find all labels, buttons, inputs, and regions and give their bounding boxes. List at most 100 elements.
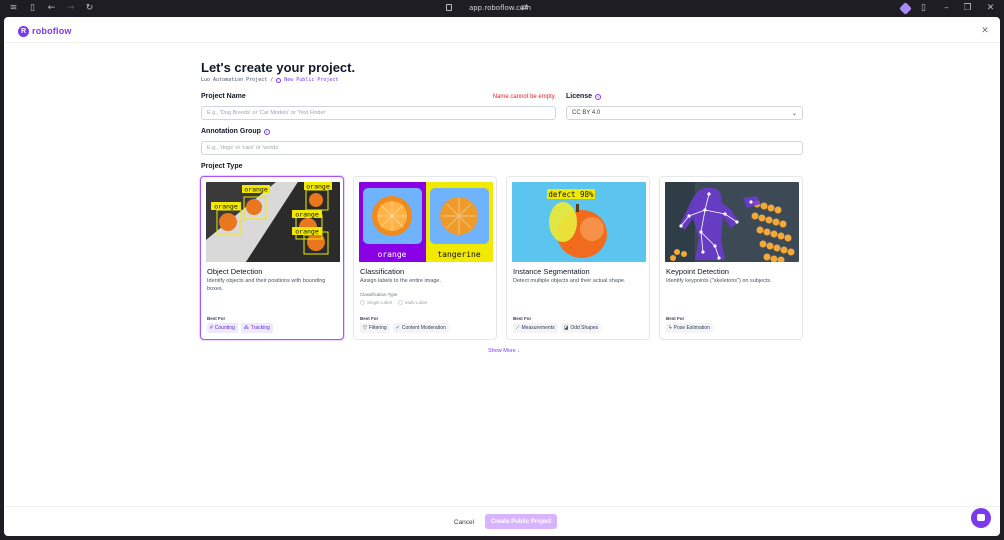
tag-odd-shapes: ◪ Odd Shapes bbox=[560, 323, 602, 333]
card-description: Identify objects and their positions wit… bbox=[207, 278, 326, 292]
show-more-link[interactable]: Show More ↓ bbox=[474, 348, 534, 354]
tag-label: Tracking bbox=[250, 325, 270, 331]
tag-list: # Counting ⁂ Tracking bbox=[207, 323, 273, 333]
best-for-label: Best For bbox=[207, 316, 226, 321]
class-label: tangerine bbox=[437, 250, 481, 259]
project-name-error: Name cannot be empty. bbox=[492, 94, 556, 100]
tag-label: Content Moderation bbox=[401, 325, 446, 331]
tag-measurements: ⟋ Measurements bbox=[513, 323, 558, 333]
site-settings-icon[interactable]: ⇄ bbox=[519, 3, 530, 14]
hash-icon: # bbox=[210, 325, 213, 331]
license-select[interactable]: CC BY 4.0 ⌄ bbox=[566, 106, 803, 120]
roboflow-logo-icon: R bbox=[18, 25, 29, 37]
breadcrumb-current: New Public Project bbox=[284, 77, 339, 83]
project-type-label: Project Type bbox=[201, 163, 243, 170]
workspaces-icon[interactable]: ≋ bbox=[8, 3, 19, 14]
restore-icon[interactable]: ❐ bbox=[962, 3, 973, 14]
annotation-group-input[interactable]: E.g., 'dogs' or 'cars' or 'words' bbox=[201, 141, 803, 155]
detection-label: orange bbox=[306, 183, 330, 191]
header-divider bbox=[4, 42, 1000, 43]
info-icon[interactable]: i bbox=[263, 128, 270, 135]
chevron-down-icon: ⌄ bbox=[791, 109, 797, 117]
tag-label: Filtering bbox=[368, 325, 387, 331]
class-label: orange bbox=[378, 250, 407, 259]
tag-list: ϟ Pose Estimation bbox=[666, 323, 713, 333]
radio-multi-label[interactable]: Multi-Label bbox=[398, 300, 427, 305]
forward-icon[interactable]: → bbox=[65, 3, 76, 14]
project-name-input[interactable]: E.g., 'Dog Breeds' or 'Car Models' or 'T… bbox=[201, 106, 556, 120]
best-for-label: Best For bbox=[360, 316, 379, 321]
detection-label: orange bbox=[295, 228, 319, 236]
reload-icon[interactable]: ↻ bbox=[84, 3, 95, 14]
classification-type-label: Classification Type bbox=[360, 292, 398, 297]
split-view-icon[interactable]: ▯ bbox=[918, 3, 929, 14]
radio-label: Multi-Label bbox=[405, 300, 428, 305]
detection-label: orange bbox=[214, 203, 238, 211]
tag-label: Pose Estimation bbox=[673, 325, 710, 331]
minimize-icon[interactable]: – bbox=[941, 3, 952, 14]
show-more-label: Show More bbox=[487, 348, 516, 354]
classification-type-options: Single-Label Multi-Label bbox=[360, 300, 427, 305]
info-icon[interactable]: i bbox=[595, 93, 602, 100]
tag-label: Measurements bbox=[521, 325, 555, 331]
detection-label: orange bbox=[244, 186, 268, 194]
card-title: Classification bbox=[360, 267, 405, 276]
filter-icon: ▽ bbox=[363, 325, 367, 331]
shapes-icon: ◪ bbox=[563, 325, 569, 331]
tracking-icon: ⁂ bbox=[243, 325, 249, 331]
segmentation-label: defect 98% bbox=[548, 190, 594, 199]
project-name-label: Project Name bbox=[201, 93, 246, 100]
project-type-instance-segmentation[interactable]: defect 98% Instance Segmentation Detect … bbox=[506, 176, 650, 340]
classification-image: orange tangerine bbox=[359, 182, 493, 262]
chat-icon bbox=[977, 514, 985, 521]
annotation-group-label-text: Annotation Group bbox=[201, 128, 261, 135]
card-title: Object Detection bbox=[207, 267, 263, 276]
radio-single-label[interactable]: Single-Label bbox=[360, 300, 392, 305]
license-label-text: License bbox=[566, 93, 593, 100]
radio-icon bbox=[360, 300, 365, 305]
breadcrumb-separator: / bbox=[270, 77, 274, 83]
window-close-icon[interactable]: ✕ bbox=[985, 3, 996, 14]
brand-logo[interactable]: R roboflow bbox=[18, 25, 72, 37]
sidebar-toggle-icon[interactable]: ▯ bbox=[27, 3, 38, 14]
tag-pose-estimation: ϟ Pose Estimation bbox=[666, 323, 713, 333]
best-for-label: Best For bbox=[513, 316, 532, 321]
instance-segmentation-image: defect 98% bbox=[512, 182, 646, 262]
card-description: Detect multiple objects and their actual… bbox=[513, 278, 626, 284]
radio-icon bbox=[398, 300, 404, 305]
cancel-button[interactable]: Cancel bbox=[450, 516, 478, 528]
tag-label: Odd Shapes bbox=[570, 325, 599, 331]
chat-support-button[interactable] bbox=[971, 508, 991, 528]
detection-label: orange bbox=[295, 211, 319, 219]
create-project-button[interactable]: Create Public Project bbox=[485, 514, 557, 529]
tag-label: Counting bbox=[214, 325, 235, 331]
project-type-classification[interactable]: orange tangerine Classification Assign l… bbox=[353, 176, 497, 340]
close-icon[interactable]: ✕ bbox=[980, 26, 990, 36]
card-description: Assign labels to the entire image. bbox=[360, 278, 442, 284]
brand-name: roboflow bbox=[32, 26, 72, 36]
annotation-group-label: Annotation Group i bbox=[201, 128, 270, 135]
card-description: Identify keypoints ("skeletons") on subj… bbox=[666, 278, 772, 284]
ruler-icon: ⟋ bbox=[516, 325, 520, 331]
check-icon: ✓ bbox=[395, 325, 400, 331]
extension-icon[interactable] bbox=[899, 2, 912, 15]
arrow-down-icon: ↓ bbox=[517, 348, 521, 354]
browser-toolbar: ≋ ▯ ← → ↻ app.roboflow.com ⇄ ▯ – ❐ ✕ bbox=[0, 0, 1004, 17]
project-type-object-detection[interactable]: orange orange orange orange orange Objec… bbox=[200, 176, 344, 340]
license-label: License i bbox=[566, 93, 602, 100]
tag-counting: # Counting bbox=[207, 323, 238, 333]
project-type-label-text: Project Type bbox=[201, 163, 243, 170]
card-title: Keypoint Detection bbox=[666, 267, 729, 276]
breadcrumb: Luo Automation Project / New Public Proj… bbox=[201, 77, 338, 83]
globe-icon bbox=[276, 77, 282, 83]
keypoint-detection-image bbox=[665, 182, 799, 262]
address-bar[interactable]: app.roboflow.com bbox=[440, 3, 560, 14]
breadcrumb-workspace[interactable]: Luo Automation Project bbox=[201, 77, 267, 83]
project-type-keypoint-detection[interactable]: Keypoint Detection Identify keypoints ("… bbox=[659, 176, 803, 340]
back-icon[interactable]: ← bbox=[46, 3, 57, 14]
tag-filtering: ▽ Filtering bbox=[360, 323, 390, 333]
lightning-icon: ϟ bbox=[669, 325, 672, 331]
card-title: Instance Segmentation bbox=[513, 267, 590, 276]
tag-list: ▽ Filtering ✓ Content Moderation bbox=[360, 323, 449, 333]
page-title: Let's create your project. bbox=[201, 60, 356, 75]
